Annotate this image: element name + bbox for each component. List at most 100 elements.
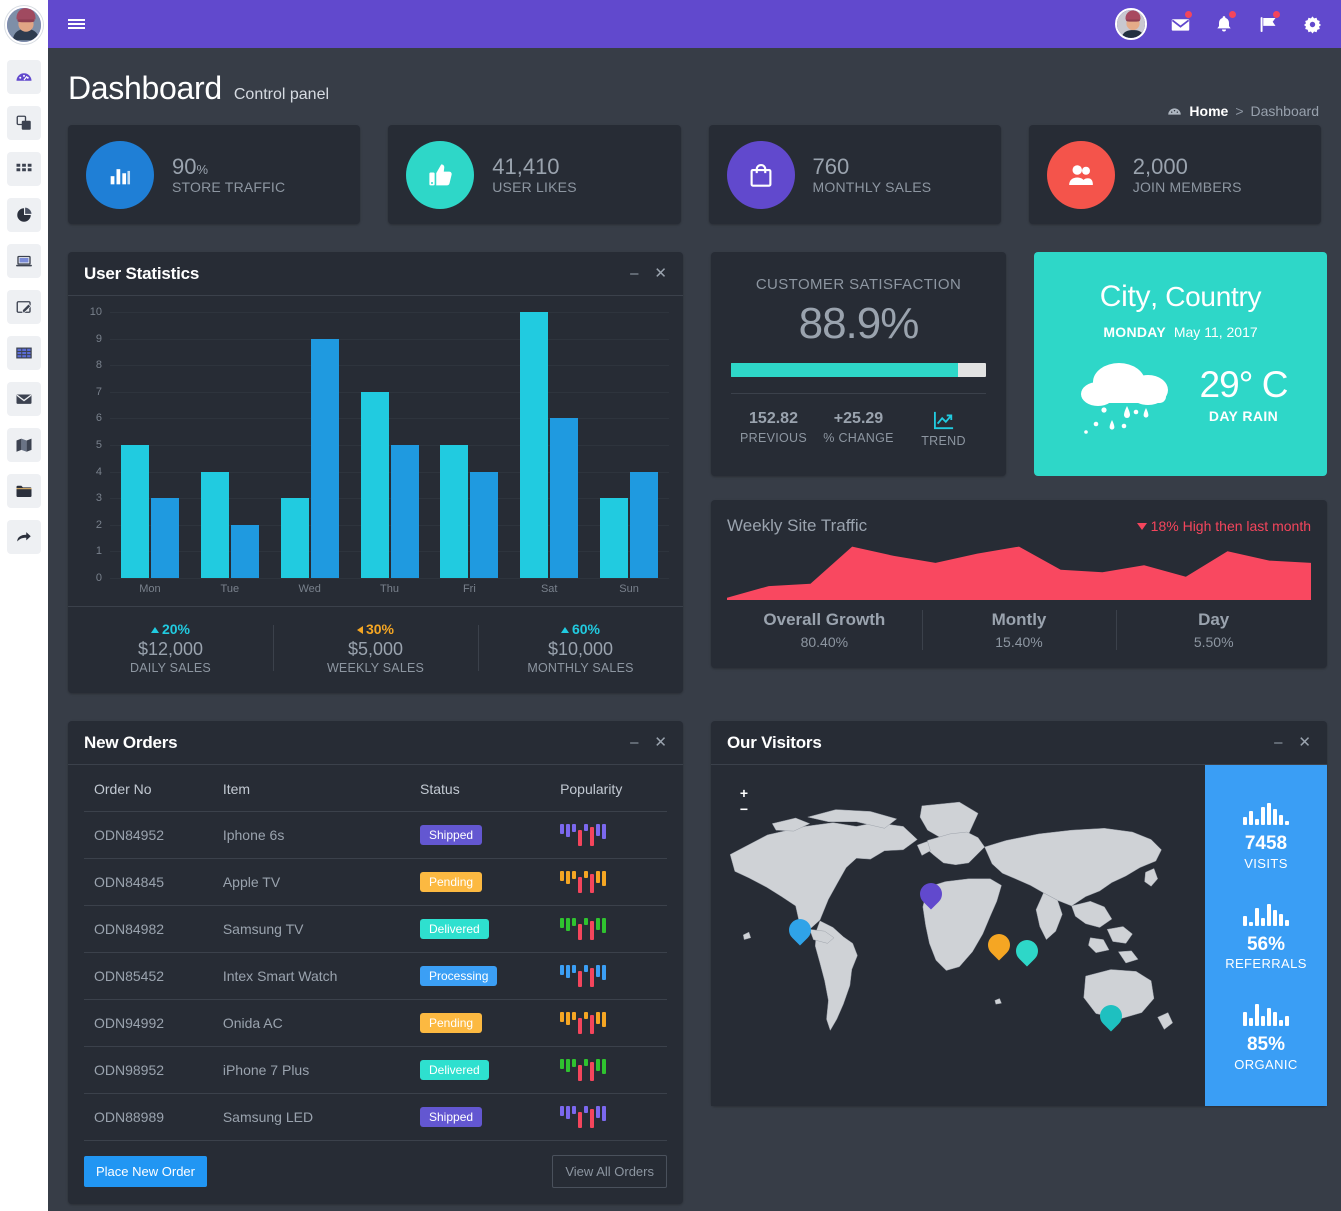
- chart-bar: [440, 445, 469, 578]
- popularity-cell: [550, 858, 667, 906]
- sparkline-bar: [602, 1012, 607, 1027]
- info-card-label: JOIN MEMBERS: [1132, 179, 1242, 196]
- chart-bar: [600, 498, 629, 578]
- info-card-join-members[interactable]: 2,000 JOIN MEMBERS: [1028, 125, 1321, 224]
- panel-tools: – ✕: [630, 266, 667, 281]
- table-row[interactable]: ODN84845 Apple TV Pending: [84, 858, 667, 906]
- page-content: Dashboard Control panel Home > Dashboard: [48, 48, 1341, 1211]
- hamburger-icon[interactable]: [56, 0, 96, 48]
- user-statistics-chart: 0 1 2 3 4 5 6 7 8 9 10 Mon Tue Wed Thu Fri Sat Sun: [76, 306, 669, 602]
- sidebar-item-forms[interactable]: [7, 290, 41, 324]
- close-icon[interactable]: ✕: [654, 735, 667, 750]
- sidebar-item-dashboard[interactable]: [7, 60, 41, 94]
- user-statistics-panel: User Statistics – ✕ 0 1 2 3 4 5 6 7 8 9 10 Mon Tue W…: [68, 252, 683, 693]
- orders-table: Order No Item Status Popularity ODN84952 Iph…: [84, 765, 667, 1141]
- topbar-avatar[interactable]: [1115, 8, 1147, 40]
- bar-chart-bar: [1266, 1007, 1271, 1026]
- sparkline-bar: [584, 871, 589, 878]
- sidebar-item-files[interactable]: [7, 474, 41, 508]
- notifications-icon[interactable]: [1213, 11, 1236, 35]
- status-cell: Delivered: [410, 905, 551, 953]
- pie-chart-icon: [17, 207, 32, 222]
- chart-bar: [150, 498, 179, 578]
- bar-chart-bar: [1278, 1019, 1283, 1026]
- sales-amount: $5,000: [347, 639, 404, 659]
- bar-chart-bar: [1255, 907, 1259, 926]
- sales-label: DAILY SALES: [130, 661, 211, 675]
- popularity-cell: [550, 811, 667, 859]
- caret-down-icon: [1136, 522, 1147, 530]
- sidebar-item-maps[interactable]: [7, 428, 41, 462]
- map-zoom-out-button[interactable]: −: [737, 802, 751, 817]
- sparkline-bar: [584, 1012, 589, 1019]
- panel-header: New Orders – ✕: [68, 721, 683, 765]
- view-all-orders-button[interactable]: View All Orders: [552, 1155, 667, 1188]
- weather-day: MONDAY: [1103, 324, 1167, 340]
- sparkline-bar: [584, 1106, 589, 1113]
- panel-title: New Orders: [84, 732, 178, 752]
- sparkline-bar: [590, 921, 595, 940]
- chart-bar-group: [270, 312, 350, 578]
- close-icon[interactable]: ✕: [1298, 735, 1311, 750]
- table-row[interactable]: ODN85452 Intex Smart Watch Processing: [84, 952, 667, 1000]
- flags-badge: [1273, 11, 1280, 18]
- sparkline-bar: [566, 1059, 571, 1072]
- satisfaction-progress-track: [731, 363, 986, 377]
- sparkline-bar: [560, 1059, 565, 1069]
- visitor-stat-label: ORGANIC: [1234, 1056, 1298, 1072]
- table-row[interactable]: ODN94992 Onida AC Pending: [84, 999, 667, 1047]
- sparkline-bar: [596, 824, 601, 836]
- world-map[interactable]: + −: [711, 765, 1205, 1106]
- stat-label: TREND: [921, 434, 966, 448]
- panel-tools: – ✕: [1274, 735, 1311, 750]
- sparkline-bar: [566, 918, 571, 931]
- table-row[interactable]: ODN84982 Samsung TV Delivered: [84, 905, 667, 953]
- info-card-store-traffic[interactable]: 90% STORE TRAFFIC: [68, 125, 361, 224]
- popularity-cell: [550, 905, 667, 953]
- sparkline-bar: [578, 1112, 583, 1128]
- middle-row: User Statistics – ✕ 0 1 2 3 4 5 6 7 8 9 10 Mon Tue W…: [68, 252, 1327, 693]
- sparkline-bar: [590, 968, 595, 987]
- weather-temperature: 29° C: [1199, 364, 1289, 405]
- panel-tools: – ✕: [630, 735, 667, 750]
- world-map-svg: [729, 801, 1173, 1031]
- info-card-monthly-sales[interactable]: 760 MONTHLY SALES: [708, 125, 1001, 224]
- chart-y-tick: 3: [95, 492, 102, 505]
- info-card-user-likes[interactable]: 41,410 USER LIKES: [388, 125, 681, 224]
- flags-icon[interactable]: [1257, 11, 1280, 35]
- new-orders-panel: New Orders – ✕ Order No Item Status Popular…: [68, 721, 683, 1204]
- bar-chart-bar: [1284, 1015, 1289, 1026]
- chart-y-tick: 6: [95, 412, 102, 425]
- breadcrumb-home[interactable]: Home: [1189, 103, 1228, 119]
- chart-bar: [120, 445, 149, 578]
- table-row[interactable]: ODN98952 iPhone 7 Plus Delivered: [84, 1046, 667, 1094]
- chart-bar-group: [429, 312, 509, 578]
- messages-icon[interactable]: [1169, 11, 1192, 35]
- info-card-text: 41,410 USER LIKES: [492, 154, 576, 195]
- bar-chart-bar: [1260, 1015, 1265, 1026]
- place-new-order-button[interactable]: Place New Order: [84, 1156, 207, 1187]
- table-column-header: Item: [212, 765, 410, 812]
- sidebar-item-extras[interactable]: [7, 520, 41, 554]
- sparkline-bar: [596, 918, 601, 930]
- sidebar-avatar[interactable]: [5, 6, 43, 44]
- settings-icon[interactable]: [1301, 13, 1323, 35]
- sidebar-item-tables[interactable]: [7, 336, 41, 370]
- item-cell: Samsung LED: [212, 1093, 410, 1141]
- minimize-icon[interactable]: –: [630, 266, 638, 281]
- sidebar-item-mail[interactable]: [7, 382, 41, 416]
- sidebar-item-charts[interactable]: [7, 198, 41, 232]
- close-icon[interactable]: ✕: [654, 266, 667, 281]
- minimize-icon[interactable]: –: [630, 735, 638, 750]
- info-card-row: 90% STORE TRAFFIC 41,410 USER LIKES 760 …: [68, 125, 1321, 224]
- map-zoom-in-button[interactable]: +: [737, 786, 751, 801]
- sidebar-item-apps[interactable]: [7, 152, 41, 186]
- bar-chart-icon: [1243, 799, 1289, 826]
- status-badge: Delivered: [420, 1060, 489, 1080]
- table-row[interactable]: ODN88989 Samsung LED Shipped: [84, 1093, 667, 1141]
- minimize-icon[interactable]: –: [1274, 735, 1282, 750]
- sidebar-item-ui[interactable]: [7, 244, 41, 278]
- weekly-traffic-stat: Montly 15.40%: [921, 608, 1117, 652]
- sidebar-item-pages[interactable]: [7, 106, 41, 140]
- table-row[interactable]: ODN84952 Iphone 6s Shipped: [84, 811, 667, 859]
